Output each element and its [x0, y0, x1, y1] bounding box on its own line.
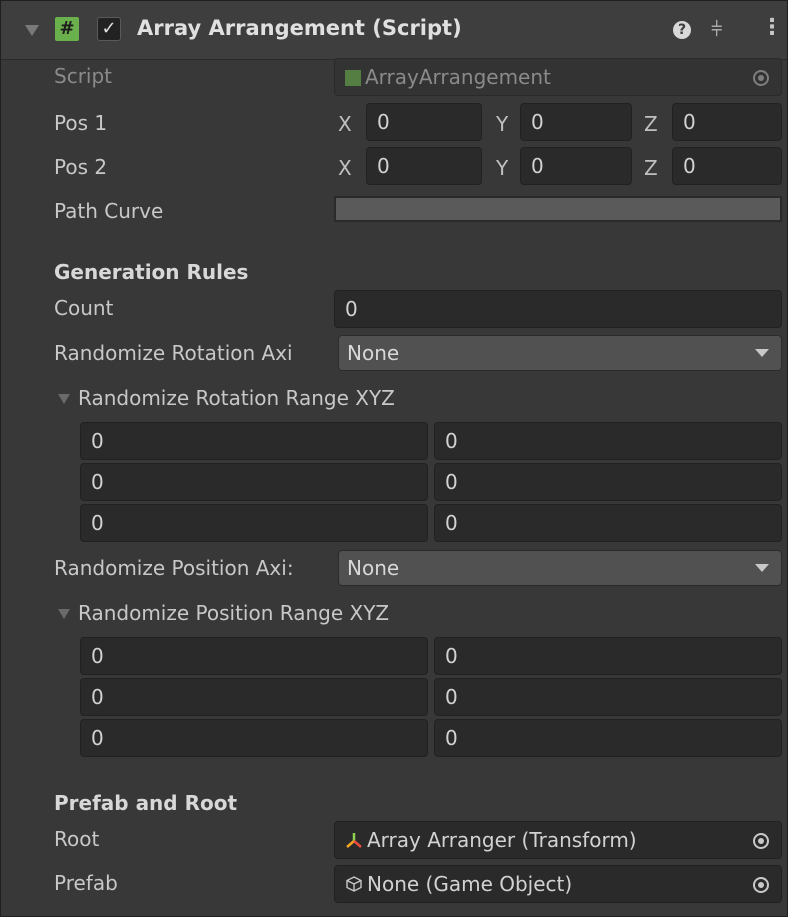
script-field[interactable]: ArrayArrangement — [334, 58, 782, 96]
position-axis-value: None — [347, 556, 400, 580]
rotation-range-field[interactable]: 0 — [80, 504, 428, 542]
rotation-range-label[interactable]: Randomize Rotation Range XYZ — [78, 386, 395, 410]
pos1-y-field[interactable]: 0 — [520, 103, 632, 141]
rotation-range-field[interactable]: 0 — [434, 463, 782, 501]
presets-icon[interactable]: ⫩ — [711, 17, 722, 41]
object-picker-icon[interactable] — [753, 833, 769, 849]
path-curve-field[interactable] — [334, 196, 782, 222]
root-label: Root — [54, 827, 100, 851]
rotation-range-foldout-icon[interactable] — [58, 394, 70, 404]
foldout-arrow-icon[interactable] — [25, 25, 39, 36]
position-range-field[interactable]: 0 — [80, 637, 428, 675]
pos2-x-field[interactable]: 0 — [366, 147, 482, 185]
cube-icon — [345, 868, 363, 892]
component-title: Array Arrangement (Script) — [137, 16, 462, 40]
pos1-y-label[interactable]: Y — [496, 112, 508, 136]
generation-rules-heading: Generation Rules — [54, 260, 249, 284]
position-range-field[interactable]: 0 — [434, 637, 782, 675]
position-range-field[interactable]: 0 — [80, 678, 428, 716]
pos1-z-field[interactable]: 0 — [672, 103, 782, 141]
rotation-axis-label: Randomize Rotation Axi — [54, 341, 293, 365]
position-range-field[interactable]: 0 — [434, 678, 782, 716]
rotation-axis-dropdown[interactable]: None — [338, 335, 782, 371]
pos1-label: Pos 1 — [54, 111, 108, 135]
position-range-field[interactable]: 0 — [434, 719, 782, 757]
position-range-foldout-icon[interactable] — [58, 609, 70, 619]
position-axis-label: Randomize Position Axi: — [54, 556, 294, 580]
rotation-range-field[interactable]: 0 — [434, 422, 782, 460]
pos1-z-label[interactable]: Z — [644, 112, 658, 136]
rotation-axis-value: None — [347, 341, 400, 365]
script-hash-icon: # — [55, 17, 79, 41]
root-value: Array Arranger (Transform) — [367, 828, 637, 852]
transform-icon — [345, 824, 363, 848]
pos2-x-label[interactable]: X — [338, 156, 352, 180]
chevron-down-icon — [755, 564, 769, 572]
prefab-label: Prefab — [54, 871, 118, 895]
root-field[interactable]: Array Arranger (Transform) — [334, 821, 782, 859]
prefab-field[interactable]: None (Game Object) — [334, 865, 782, 903]
prefab-value: None (Game Object) — [367, 872, 573, 896]
path-curve-label: Path Curve — [54, 199, 164, 223]
chevron-down-icon — [755, 349, 769, 357]
prefab-root-heading: Prefab and Root — [54, 791, 238, 815]
pos1-x-field[interactable]: 0 — [366, 103, 482, 141]
rotation-range-field[interactable]: 0 — [80, 463, 428, 501]
script-label: Script — [54, 64, 113, 88]
help-icon[interactable]: ? — [673, 21, 691, 39]
pos2-z-field[interactable]: 0 — [672, 147, 782, 185]
kebab-menu-icon[interactable]: ⋮ — [761, 15, 783, 40]
script-file-icon — [345, 70, 361, 86]
script-value: ArrayArrangement — [365, 65, 551, 89]
object-picker-icon[interactable] — [753, 70, 769, 86]
enable-checkbox[interactable]: ✓ — [97, 17, 121, 41]
rotation-range-field[interactable]: 0 — [80, 422, 428, 460]
pos2-z-label[interactable]: Z — [644, 156, 658, 180]
count-label: Count — [54, 296, 114, 320]
pos2-y-label[interactable]: Y — [496, 156, 508, 180]
pos1-x-label[interactable]: X — [338, 112, 352, 136]
component-header[interactable]: # ✓ Array Arrangement (Script) ? ⫩ ⋮ — [1, 1, 787, 60]
pos2-y-field[interactable]: 0 — [520, 147, 632, 185]
object-picker-icon[interactable] — [753, 877, 769, 893]
position-axis-dropdown[interactable]: None — [338, 550, 782, 586]
rotation-range-field[interactable]: 0 — [434, 504, 782, 542]
position-range-label[interactable]: Randomize Position Range XYZ — [78, 601, 389, 625]
position-range-field[interactable]: 0 — [80, 719, 428, 757]
count-field[interactable]: 0 — [334, 290, 782, 328]
pos2-label: Pos 2 — [54, 155, 108, 179]
